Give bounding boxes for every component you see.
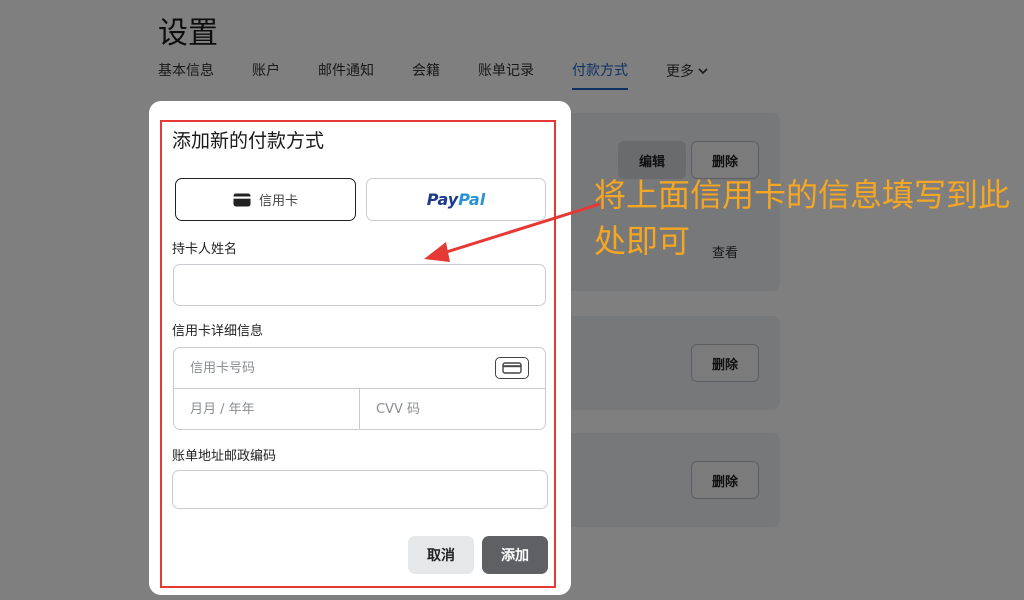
add-button[interactable]: 添加 (482, 536, 548, 574)
card-details-label: 信用卡详细信息 (172, 324, 264, 339)
expiry-date-input[interactable] (174, 389, 360, 429)
billing-zip-label: 账单地址邮政编码 (172, 449, 277, 464)
credit-card-icon (233, 193, 251, 206)
cvv-input[interactable] (360, 389, 545, 429)
card-number-input[interactable] (174, 348, 545, 389)
cardholder-name-input[interactable] (173, 264, 546, 306)
cardholder-name-label: 持卡人姓名 (172, 242, 238, 257)
modal-title: 添加新的付款方式 (172, 130, 325, 152)
paypal-method-button[interactable]: PayPal (366, 178, 546, 221)
paypal-logo: PayPal (426, 190, 486, 209)
credit-card-method-button[interactable]: 信用卡 (175, 178, 356, 221)
credit-card-method-label: 信用卡 (258, 194, 298, 209)
cancel-button[interactable]: 取消 (408, 536, 474, 574)
billing-zip-input[interactable] (172, 470, 548, 509)
credit-card-icon (495, 357, 529, 379)
annotation-text: 将上面信用卡的信息填写到此处即可 (594, 176, 1011, 260)
card-details-group (173, 347, 546, 430)
